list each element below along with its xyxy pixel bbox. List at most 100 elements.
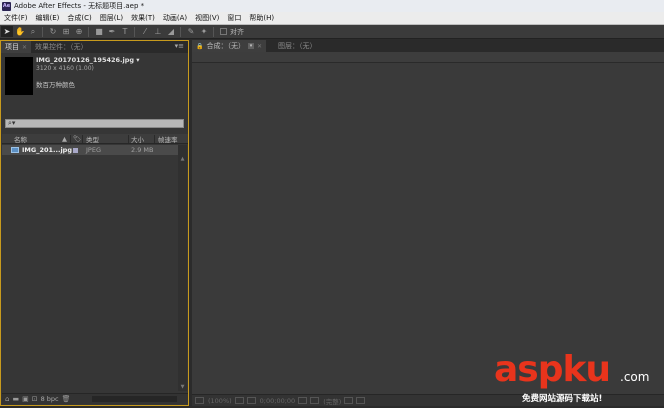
app-logo-icon: Ae	[2, 1, 11, 11]
chevron-down-icon[interactable]: ▾	[247, 43, 254, 49]
tab-project-label: 项目	[5, 43, 19, 51]
column-type[interactable]: 类型	[86, 134, 99, 144]
pen-tool-icon[interactable]: ✒	[106, 26, 118, 37]
channel-icon[interactable]	[310, 397, 320, 404]
timecode-field[interactable]: 0;00;00;00	[260, 397, 296, 405]
column-divider	[82, 135, 83, 143]
selected-file-dimensions: 3120 x 4160 (1.00)	[36, 65, 94, 72]
tab-effect-controls-label: 效果控件：（无）	[35, 43, 88, 51]
clone-stamp-tool-icon[interactable]: ⊥	[152, 26, 164, 37]
snap-checkbox[interactable]	[220, 28, 227, 35]
eraser-tool-icon[interactable]: ◢	[165, 26, 177, 37]
hand-tool-icon[interactable]: ✋	[14, 26, 26, 37]
title-bar: Ae Adobe After Effects - 无标题项目.aep *	[0, 0, 664, 12]
column-divider	[70, 135, 71, 143]
label-column-icon[interactable]: 🏷	[73, 135, 81, 143]
toolbar-divider	[134, 26, 135, 37]
snap-label: 对齐	[230, 27, 244, 36]
selected-file-colors: 数百万种颜色	[36, 81, 75, 89]
menu-layer[interactable]: 图层(L)	[96, 13, 127, 23]
mask-tool-icon[interactable]: ■	[93, 26, 105, 37]
panel-menu-icon[interactable]: ▾≡	[175, 42, 184, 50]
region-of-interest-icon[interactable]	[344, 397, 354, 404]
column-framerate[interactable]: 帧速率	[158, 134, 178, 144]
search-icon[interactable]: ⌕▾	[8, 120, 15, 127]
toolbar-divider	[42, 26, 43, 37]
rotate-tool-icon[interactable]: ↻	[47, 26, 59, 37]
resolution-dropdown[interactable]: (完整)	[323, 396, 341, 406]
tools-toolbar: ➤ ✋ ⌕ ↻ ⊞ ⊕ ■ ✒ T ⁄ ⊥ ◢ ✎ ✦ 对齐	[0, 25, 664, 39]
text-tool-icon[interactable]: T	[119, 26, 131, 37]
label-color-swatch[interactable]	[73, 148, 78, 153]
tab-composition[interactable]: 🔒 合成：（无） ▾ ✕	[192, 40, 267, 52]
lock-icon[interactable]: 🔒	[196, 43, 203, 50]
new-folder-icon[interactable]: ▬	[12, 395, 19, 403]
toolbar-divider	[180, 26, 181, 37]
project-item-row[interactable]: IMG_201...jpg JPEG 2.9 MB	[2, 145, 178, 155]
column-divider	[154, 135, 155, 143]
close-icon[interactable]: ✕	[257, 43, 262, 50]
project-item-size: 2.9 MB	[131, 146, 154, 154]
watermark-logo: aspku	[494, 349, 611, 390]
watermark: aspku .com 免费网站源码下载站!	[494, 350, 664, 406]
project-item-name: IMG_201...jpg	[22, 146, 72, 154]
scroll-down-icon[interactable]: ▼	[178, 383, 187, 391]
column-size[interactable]: 大小	[131, 134, 144, 144]
column-name[interactable]: 名称	[14, 134, 27, 144]
watermark-domain: .com	[620, 370, 650, 384]
toolbar-divider	[213, 26, 214, 37]
menu-view[interactable]: 视图(V)	[191, 13, 223, 23]
bpc-toggle-icon[interactable]: ⊡	[32, 395, 38, 403]
transparency-grid-icon[interactable]	[356, 397, 366, 404]
project-column-header: 名称 ▲ 🏷 类型 大小 帧速率	[2, 134, 188, 144]
project-panel-tabs: 项目 ✕ 效果控件：（无） ▾≡	[1, 41, 188, 53]
tab-layer[interactable]: 图层：（无）	[274, 40, 321, 52]
toolbar-divider	[88, 26, 89, 37]
trash-icon[interactable]: 🗑	[62, 395, 71, 403]
composition-panel-tabs: 🔒 合成：（无） ▾ ✕ 图层：（无）	[192, 40, 664, 52]
snapshot-icon[interactable]	[298, 397, 308, 404]
selection-tool-icon[interactable]: ➤	[1, 26, 13, 37]
project-panel-footer: ⌂ ▬ ▣ ⊡ 8 bpc 🗑	[2, 393, 188, 404]
tab-layer-label: 图层：（无）	[278, 42, 317, 50]
mask-toggle-icon[interactable]	[246, 397, 256, 404]
grid-toggle-icon[interactable]	[234, 397, 244, 404]
puppet-tool-icon[interactable]: ✦	[198, 26, 210, 37]
brush-tool-icon[interactable]: ⁄	[139, 26, 151, 37]
project-horizontal-scrollbar[interactable]	[92, 396, 177, 402]
camera-tool-icon[interactable]: ⊞	[60, 26, 72, 37]
zoom-tool-icon[interactable]: ⌕	[27, 26, 39, 37]
composition-viewer[interactable]	[192, 64, 664, 394]
interpret-footage-icon[interactable]: ⌂	[5, 395, 9, 403]
menu-composition[interactable]: 合成(C)	[63, 13, 95, 23]
roto-brush-tool-icon[interactable]: ✎	[185, 26, 197, 37]
new-composition-icon[interactable]: ▣	[22, 395, 29, 403]
menu-bar: 文件(F) 编辑(E) 合成(C) 图层(L) 效果(T) 动画(A) 视图(V…	[0, 12, 664, 25]
project-item-type: JPEG	[86, 146, 101, 154]
always-preview-icon[interactable]	[195, 397, 204, 404]
project-search-input[interactable]: ⌕▾	[5, 119, 184, 128]
sort-ascending-icon[interactable]: ▲	[62, 135, 67, 143]
menu-window[interactable]: 窗口	[223, 13, 245, 23]
window-title: Adobe After Effects - 无标题项目.aep *	[14, 2, 145, 10]
project-vertical-scrollbar[interactable]: ▲ ▼	[178, 145, 187, 391]
project-panel: 项目 ✕ 效果控件：（无） ▾≡ IMG_20170126_195426.jpg…	[0, 40, 189, 406]
menu-animation[interactable]: 动画(A)	[159, 13, 191, 23]
scroll-up-icon[interactable]: ▲	[178, 155, 187, 163]
composition-subbar	[192, 52, 664, 63]
bit-depth-button[interactable]: 8 bpc	[41, 395, 59, 403]
tab-project[interactable]: 项目 ✕	[1, 41, 32, 53]
pan-behind-tool-icon[interactable]: ⊕	[73, 26, 85, 37]
close-icon[interactable]: ✕	[22, 44, 27, 51]
zoom-dropdown[interactable]: (100%)	[208, 397, 232, 405]
selected-file-name[interactable]: IMG_20170126_195426.jpg ▾	[36, 56, 140, 64]
menu-help[interactable]: 帮助(H)	[245, 13, 278, 23]
image-file-icon	[11, 147, 19, 153]
column-divider	[128, 135, 129, 143]
menu-edit[interactable]: 编辑(E)	[32, 13, 64, 23]
menu-effect[interactable]: 效果(T)	[127, 13, 159, 23]
tab-composition-label: 合成：（无）	[206, 42, 245, 50]
tab-effect-controls[interactable]: 效果控件：（无）	[31, 41, 92, 53]
menu-file[interactable]: 文件(F)	[0, 13, 32, 23]
watermark-slogan: 免费网站源码下载站!	[522, 394, 603, 404]
